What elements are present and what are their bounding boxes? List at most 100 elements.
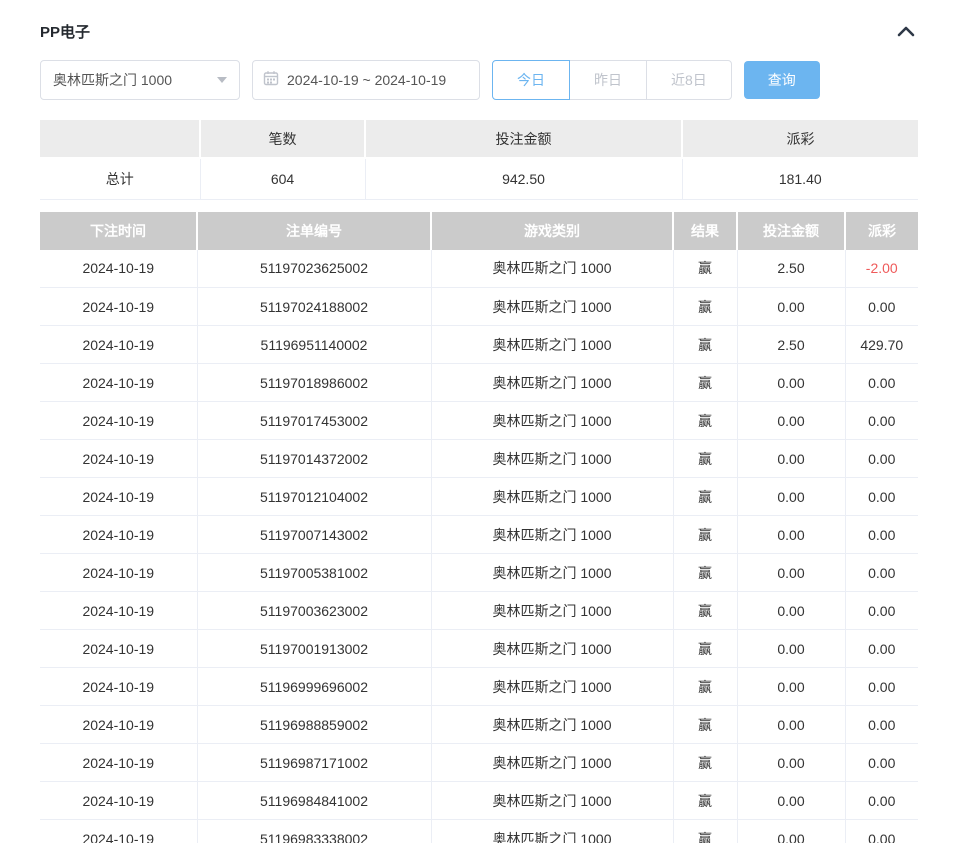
cell-result: 赢 bbox=[673, 516, 737, 554]
table-row: 2024-10-19 51196988859002 奥林匹斯之门 1000 赢 … bbox=[40, 706, 918, 744]
quick-date-button-group: 今日 昨日 近8日 bbox=[492, 60, 732, 100]
records-table: 下注时间 注单编号 游戏类别 结果 投注金额 派彩 2024-10-19 511… bbox=[40, 212, 918, 843]
cell-order-id: 51196987171002 bbox=[197, 744, 431, 782]
cell-bet-amount: 0.00 bbox=[737, 402, 845, 440]
cell-game-category: 奥林匹斯之门 1000 bbox=[431, 782, 673, 820]
game-select[interactable]: 奥林匹斯之门 1000 bbox=[40, 60, 240, 100]
cell-game-category: 奥林匹斯之门 1000 bbox=[431, 554, 673, 592]
cell-order-id: 51196983338002 bbox=[197, 820, 431, 843]
records-header-bet-time: 下注时间 bbox=[40, 212, 197, 250]
table-row: 2024-10-19 51197014372002 奥林匹斯之门 1000 赢 … bbox=[40, 440, 918, 478]
cell-bet-amount: 0.00 bbox=[737, 820, 845, 843]
table-row: 2024-10-19 51197018986002 奥林匹斯之门 1000 赢 … bbox=[40, 364, 918, 402]
cell-order-id: 51197018986002 bbox=[197, 364, 431, 402]
search-button[interactable]: 查询 bbox=[744, 61, 820, 99]
cell-bet-time: 2024-10-19 bbox=[40, 364, 197, 402]
cell-order-id: 51197005381002 bbox=[197, 554, 431, 592]
calendar-icon bbox=[263, 70, 279, 91]
cell-result: 赢 bbox=[673, 668, 737, 706]
cell-payout: 0.00 bbox=[845, 782, 918, 820]
cell-bet-time: 2024-10-19 bbox=[40, 630, 197, 668]
cell-bet-amount: 0.00 bbox=[737, 630, 845, 668]
cell-game-category: 奥林匹斯之门 1000 bbox=[431, 516, 673, 554]
yesterday-button[interactable]: 昨日 bbox=[569, 60, 647, 100]
cell-payout: 0.00 bbox=[845, 364, 918, 402]
cell-game-category: 奥林匹斯之门 1000 bbox=[431, 326, 673, 364]
records-header-game-category: 游戏类别 bbox=[431, 212, 673, 250]
cell-game-category: 奥林匹斯之门 1000 bbox=[431, 250, 673, 288]
cell-payout: 0.00 bbox=[845, 744, 918, 782]
cell-result: 赢 bbox=[673, 326, 737, 364]
summary-header-row: 笔数 投注金额 派彩 bbox=[40, 120, 918, 158]
summary-total-payout: 181.40 bbox=[682, 158, 918, 199]
cell-result: 赢 bbox=[673, 288, 737, 326]
table-row: 2024-10-19 51197001913002 奥林匹斯之门 1000 赢 … bbox=[40, 630, 918, 668]
summary-header-count: 笔数 bbox=[200, 120, 365, 158]
today-button[interactable]: 今日 bbox=[492, 60, 570, 100]
cell-bet-time: 2024-10-19 bbox=[40, 554, 197, 592]
cell-bet-amount: 0.00 bbox=[737, 706, 845, 744]
cell-game-category: 奥林匹斯之门 1000 bbox=[431, 744, 673, 782]
summary-header-bet-amount: 投注金额 bbox=[365, 120, 682, 158]
cell-game-category: 奥林匹斯之门 1000 bbox=[431, 478, 673, 516]
cell-bet-time: 2024-10-19 bbox=[40, 592, 197, 630]
cell-bet-amount: 2.50 bbox=[737, 250, 845, 288]
cell-result: 赢 bbox=[673, 592, 737, 630]
cell-order-id: 51197012104002 bbox=[197, 478, 431, 516]
cell-bet-time: 2024-10-19 bbox=[40, 820, 197, 843]
summary-total-row: 总计 604 942.50 181.40 bbox=[40, 158, 918, 199]
cell-result: 赢 bbox=[673, 364, 737, 402]
table-row: 2024-10-19 51197012104002 奥林匹斯之门 1000 赢 … bbox=[40, 478, 918, 516]
cell-bet-amount: 2.50 bbox=[737, 326, 845, 364]
table-row: 2024-10-19 51196984841002 奥林匹斯之门 1000 赢 … bbox=[40, 782, 918, 820]
cell-order-id: 51196951140002 bbox=[197, 326, 431, 364]
table-row: 2024-10-19 51196999696002 奥林匹斯之门 1000 赢 … bbox=[40, 668, 918, 706]
date-range-value: 2024-10-19 ~ 2024-10-19 bbox=[287, 72, 446, 88]
cell-bet-amount: 0.00 bbox=[737, 554, 845, 592]
cell-payout: 0.00 bbox=[845, 630, 918, 668]
cell-result: 赢 bbox=[673, 478, 737, 516]
cell-game-category: 奥林匹斯之门 1000 bbox=[431, 706, 673, 744]
cell-bet-time: 2024-10-19 bbox=[40, 250, 197, 288]
table-row: 2024-10-19 51197024188002 奥林匹斯之门 1000 赢 … bbox=[40, 288, 918, 326]
cell-result: 赢 bbox=[673, 744, 737, 782]
page-container: PP电子 奥林匹斯之门 1000 2024-10-19 ~ 2024-10-19… bbox=[0, 0, 958, 843]
last-8-days-button[interactable]: 近8日 bbox=[646, 60, 732, 100]
game-select-value: 奥林匹斯之门 1000 bbox=[53, 70, 172, 90]
records-header-order-id: 注单编号 bbox=[197, 212, 431, 250]
cell-result: 赢 bbox=[673, 706, 737, 744]
date-range-input[interactable]: 2024-10-19 ~ 2024-10-19 bbox=[252, 60, 480, 100]
cell-game-category: 奥林匹斯之门 1000 bbox=[431, 364, 673, 402]
records-header-result: 结果 bbox=[673, 212, 737, 250]
cell-bet-time: 2024-10-19 bbox=[40, 288, 197, 326]
summary-total-bet-amount: 942.50 bbox=[365, 158, 682, 199]
table-row: 2024-10-19 51196983338002 奥林匹斯之门 1000 赢 … bbox=[40, 820, 918, 843]
cell-bet-amount: 0.00 bbox=[737, 744, 845, 782]
cell-bet-time: 2024-10-19 bbox=[40, 326, 197, 364]
table-row: 2024-10-19 51196951140002 奥林匹斯之门 1000 赢 … bbox=[40, 326, 918, 364]
records-header-payout: 派彩 bbox=[845, 212, 918, 250]
collapse-button[interactable] bbox=[894, 22, 918, 40]
cell-game-category: 奥林匹斯之门 1000 bbox=[431, 592, 673, 630]
records-header-bet-amount: 投注金额 bbox=[737, 212, 845, 250]
cell-bet-time: 2024-10-19 bbox=[40, 668, 197, 706]
cell-game-category: 奥林匹斯之门 1000 bbox=[431, 630, 673, 668]
cell-payout: 0.00 bbox=[845, 402, 918, 440]
cell-bet-amount: 0.00 bbox=[737, 440, 845, 478]
cell-result: 赢 bbox=[673, 820, 737, 843]
cell-result: 赢 bbox=[673, 250, 737, 288]
cell-bet-time: 2024-10-19 bbox=[40, 782, 197, 820]
cell-result: 赢 bbox=[673, 440, 737, 478]
cell-order-id: 51197001913002 bbox=[197, 630, 431, 668]
cell-result: 赢 bbox=[673, 402, 737, 440]
cell-bet-amount: 0.00 bbox=[737, 364, 845, 402]
cell-payout: 0.00 bbox=[845, 554, 918, 592]
filter-row: 奥林匹斯之门 1000 2024-10-19 ~ 2024-10-19 今日 昨… bbox=[40, 60, 918, 100]
cell-payout: -2.00 bbox=[845, 250, 918, 288]
cell-payout: 0.00 bbox=[845, 668, 918, 706]
cell-result: 赢 bbox=[673, 630, 737, 668]
table-row: 2024-10-19 51197003623002 奥林匹斯之门 1000 赢 … bbox=[40, 592, 918, 630]
table-row: 2024-10-19 51197017453002 奥林匹斯之门 1000 赢 … bbox=[40, 402, 918, 440]
title-row: PP电子 bbox=[40, 16, 918, 46]
cell-bet-time: 2024-10-19 bbox=[40, 402, 197, 440]
